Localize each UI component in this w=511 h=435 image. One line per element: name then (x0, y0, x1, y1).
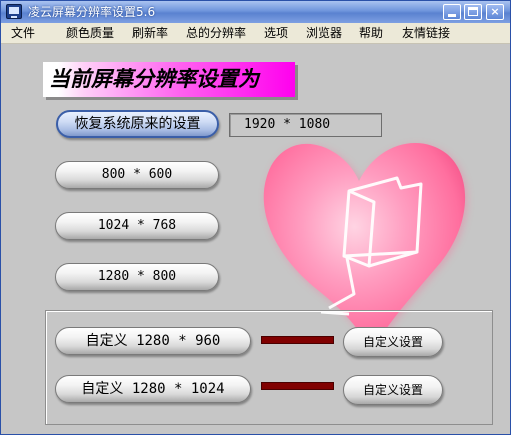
preset-800x600-button[interactable]: 800 * 600 (55, 161, 219, 189)
menu-total-resolution[interactable]: 总的分辨率 (186, 26, 246, 41)
menu-bar: 文件 颜色质量 刷新率 总的分辨率 选项 浏览器 帮助 友情链接 (1, 23, 510, 44)
restore-default-button[interactable]: 恢复系统原来的设置 (56, 110, 219, 138)
preset-1280x800-button[interactable]: 1280 * 800 (55, 263, 219, 291)
menu-help[interactable]: 帮助 (359, 26, 383, 41)
menu-options[interactable]: 选项 (264, 26, 288, 41)
custom-settings-button-1[interactable]: 自定义设置 (343, 327, 443, 357)
maximize-button[interactable] (464, 4, 482, 20)
title-bar[interactable]: 凌云屏幕分辨率设置5.6 × (1, 1, 510, 23)
custom-1280x1024-color-bar (261, 382, 334, 390)
current-resolution-heading: 当前屏幕分辨率设置为 (43, 62, 295, 97)
menu-refresh-rate[interactable]: 刷新率 (132, 26, 168, 41)
main-panel: 当前屏幕分辨率设置为 恢复系统原来的设置 1920 * 1080 800 * 6… (1, 44, 510, 434)
minimize-icon (448, 14, 456, 17)
menu-color-quality[interactable]: 颜色质量 (66, 26, 114, 41)
preset-1024x768-button[interactable]: 1024 * 768 (55, 212, 219, 240)
custom-1280x960-button[interactable]: 自定义 1280 * 960 (55, 327, 251, 355)
menu-friend-links[interactable]: 友情链接 (402, 26, 450, 41)
window-title: 凌云屏幕分辨率设置5.6 (28, 5, 156, 19)
close-button[interactable]: × (486, 4, 504, 20)
app-window: 凌云屏幕分辨率设置5.6 × 文件 颜色质量 刷新率 总的分辨率 选项 浏览器 … (0, 0, 511, 435)
minimize-button[interactable] (443, 4, 461, 20)
custom-1280x960-color-bar (261, 336, 334, 344)
custom-settings-button-2[interactable]: 自定义设置 (343, 375, 443, 405)
custom-1280x1024-button[interactable]: 自定义 1280 * 1024 (55, 375, 251, 403)
heading-text: 当前屏幕分辨率设置为 (49, 66, 259, 91)
maximize-icon (468, 7, 478, 16)
menu-browser[interactable]: 浏览器 (306, 26, 342, 41)
menu-file[interactable]: 文件 (11, 26, 35, 41)
monitor-icon[interactable] (6, 4, 22, 19)
